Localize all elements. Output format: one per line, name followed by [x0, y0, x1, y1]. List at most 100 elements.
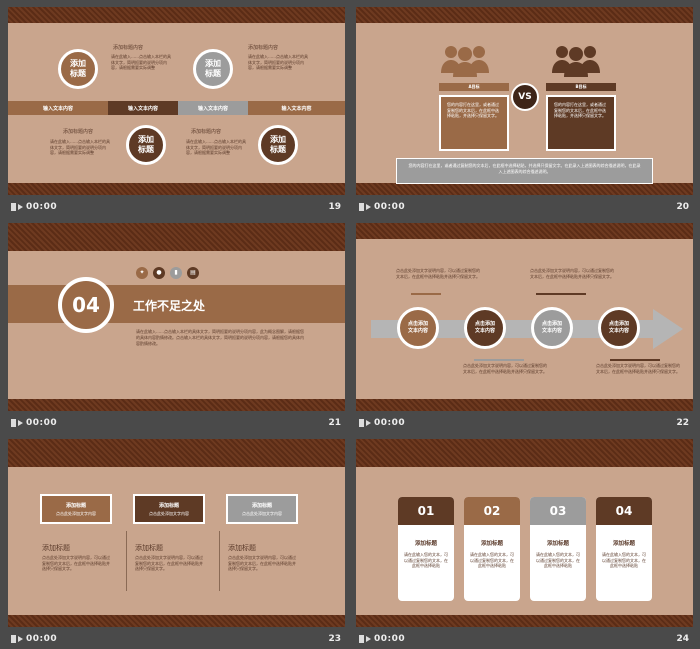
note-text: 点击此处添加文字说明内容，可以通过复制您的文本后，在此框中选择粘贴并选择只保留文…	[396, 268, 480, 279]
leather-band-top	[356, 7, 693, 23]
slide-footer: 00:00 24	[356, 629, 693, 649]
step-label: 点击添加 文本内容	[474, 321, 495, 334]
title-box: 添加标题 点击此处添加文字内容	[226, 494, 298, 524]
box-subtitle: 点击此处添加文字内容	[242, 511, 282, 516]
left-textbox: 您的内容打在这里，或者通过复制您的文本后，在此框中选择粘贴，并选择只保留文字。	[439, 95, 509, 151]
play-icon[interactable]	[358, 634, 372, 644]
vs-badge: VS	[511, 83, 539, 111]
column-body: 点击此处添加文字说明内容，可以通过复制您的文本后，在此框中选择粘贴并选择只保留文…	[228, 555, 296, 571]
slide-21-canvas: 04 工作不足之处 ✦ ● ▮ ▤ 请在此输入……点击输入本栏的具体文字，简明扼…	[8, 223, 345, 411]
slide-thumbnail-21[interactable]: 04 工作不足之处 ✦ ● ▮ ▤ 请在此输入……点击输入本栏的具体文字，简明扼…	[8, 223, 345, 434]
note-underline	[411, 293, 441, 295]
heading: 添加标题内容	[191, 129, 222, 135]
step-circle: 点击添加 文本内容	[531, 307, 573, 349]
circle-label: 添加 标题	[138, 135, 154, 154]
circle-label: 添加 标题	[70, 59, 86, 78]
box-title: 添加标题	[251, 503, 272, 509]
play-icon[interactable]	[10, 202, 24, 212]
card-title: 添加标题	[414, 541, 437, 547]
slide-thumbnail-23[interactable]: 添加标题 点击此处添加文字内容 添加标题 点击此处添加文字内容 添加标题 点击此…	[8, 439, 345, 649]
slide-22-canvas: 点击添加 文本内容 点击添加 文本内容 点击添加 文本内容 点击添加 文本内容 …	[356, 223, 693, 411]
card-number: 01	[398, 497, 454, 525]
slide-footer: 00:00 23	[8, 629, 345, 649]
circle-badge: 添加 标题	[126, 125, 166, 165]
slide-number: 23	[328, 634, 341, 644]
users-group-icon	[441, 46, 489, 77]
circle-badge: 添加 标题	[193, 49, 233, 89]
leather-band-top	[356, 223, 693, 239]
card-title: 添加标题	[612, 541, 635, 547]
body-text: 请在此输入……点击输入本栏的具体文字，简明扼要的说明分项内容，请根据需要实际调整	[50, 139, 110, 155]
slide-footer: 00:00 22	[356, 413, 693, 434]
step-label: 点击添加 文本内容	[541, 321, 562, 334]
slide-footer: 00:00 20	[356, 197, 693, 218]
slide-19-canvas: 添加标题内容 请在此输入……点击输入本栏的具体文字，简明扼要的说明分项内容，请根…	[8, 7, 345, 195]
leather-band-bottom	[8, 615, 345, 627]
slide-duration: 00:00	[374, 202, 406, 212]
slide-footer: 00:00 21	[8, 413, 345, 434]
card: 02 添加标题 请在此输入您的文本，可以通过复制您的文本，在此框中选择粘贴	[464, 497, 520, 601]
people-icon: ●	[153, 267, 165, 279]
section-body: 请在此输入……点击输入本栏的具体文字，简明扼要的说明分项内容，此为概念图解，请根…	[136, 329, 304, 346]
right-textbox: 您的内容打在这里，或者通过复制您的文本后，在此框中选择粘贴，并选择只保留文字。	[546, 95, 616, 151]
slide-thumbnail-22[interactable]: 点击添加 文本内容 点击添加 文本内容 点击添加 文本内容 点击添加 文本内容 …	[356, 223, 693, 434]
heading: 添加标题内容	[113, 45, 144, 51]
slide-number: 22	[676, 418, 689, 428]
title-box: 添加标题 点击此处添加文字内容	[40, 494, 112, 524]
box-subtitle: 点击此处添加文字内容	[56, 511, 96, 516]
note-text: 点击此处添加文字说明内容，可以通过复制您的文本后，在此框中选择粘贴并选择只保留文…	[463, 363, 547, 374]
card: 04 添加标题 请在此输入您的文本，可以通过复制您的文本，在此框中选择粘贴	[596, 497, 652, 601]
summary-textbox: 您的内容打在这里，或者通过复制您的文本后，在此框中选择粘贴，并选择只保留文字。在…	[396, 158, 653, 184]
card-title: 添加标题	[546, 541, 569, 547]
text-bar: 输入文本内容	[248, 101, 345, 115]
person-icon: ✦	[136, 267, 148, 279]
play-icon[interactable]	[358, 202, 372, 212]
play-icon[interactable]	[10, 634, 24, 644]
card-number: 04	[596, 497, 652, 525]
text-bar: 输入文本内容	[8, 101, 108, 115]
users-group-icon	[552, 46, 600, 77]
slide-23-canvas: 添加标题 点击此处添加文字内容 添加标题 点击此处添加文字内容 添加标题 点击此…	[8, 439, 345, 627]
leather-band-top	[8, 439, 345, 467]
card: 01 添加标题 请在此输入您的文本，可以通过复制您的文本，在此框中选择粘贴	[398, 497, 454, 601]
slide-duration: 00:00	[26, 202, 58, 212]
card-number: 03	[530, 497, 586, 525]
slide-number: 21	[328, 418, 341, 428]
slide-thumbnail-19[interactable]: 添加标题内容 请在此输入……点击输入本栏的具体文字，简明扼要的说明分项内容，请根…	[8, 7, 345, 218]
step-label: 点击添加 文本内容	[608, 321, 629, 334]
document-icon: ▤	[187, 267, 199, 279]
slide-number: 20	[676, 202, 689, 212]
play-icon[interactable]	[10, 418, 24, 428]
circle-badge: 添加 标题	[258, 125, 298, 165]
body-text: 请在此输入……点击输入本栏的具体文字，简明扼要的说明分项内容，请根据需要实际调整	[248, 54, 308, 70]
leather-band-bottom	[356, 399, 693, 411]
column-body: 点击此处添加文字说明内容，可以通过复制您的文本后，在此框中选择粘贴并选择只保留文…	[42, 555, 110, 571]
slide-duration: 00:00	[26, 634, 58, 644]
circle-label: 添加 标题	[205, 59, 221, 78]
note-text: 点击此处添加文字说明内容，可以通过复制您的文本后，在此框中选择粘贴并选择只保留文…	[596, 363, 680, 374]
slide-24-canvas: 01 添加标题 请在此输入您的文本，可以通过复制您的文本，在此框中选择粘贴 02…	[356, 439, 693, 627]
step-circle: 点击添加 文本内容	[464, 307, 506, 349]
column-title: 添加标题	[228, 544, 256, 552]
play-icon[interactable]	[358, 418, 372, 428]
leather-band-bottom	[356, 615, 693, 627]
column-body: 点击此处添加文字说明内容，可以通过复制您的文本后，在此框中选择粘贴并选择只保留文…	[135, 555, 203, 571]
heading: 添加标题内容	[63, 129, 94, 135]
leather-band-top	[356, 439, 693, 467]
slide-duration: 00:00	[374, 634, 406, 644]
card-body: 请在此输入您的文本，可以通过复制您的文本，在此框中选择粘贴	[602, 552, 646, 568]
box-title: 添加标题	[65, 503, 86, 509]
slide-thumbnail-24[interactable]: 01 添加标题 请在此输入您的文本，可以通过复制您的文本，在此框中选择粘贴 02…	[356, 439, 693, 649]
column-title: 添加标题	[135, 544, 163, 552]
right-title-bar: B目标	[546, 83, 616, 91]
slide-duration: 00:00	[26, 418, 58, 428]
card-body: 请在此输入您的文本，可以通过复制您的文本，在此框中选择粘贴	[404, 552, 448, 568]
slide-thumbnail-20[interactable]: A目标 B目标 您的内容打在这里，或者通过复制您的文本后，在此框中选择粘贴，并选…	[356, 7, 693, 218]
slide-20-canvas: A目标 B目标 您的内容打在这里，或者通过复制您的文本后，在此框中选择粘贴，并选…	[356, 7, 693, 195]
step-circle: 点击添加 文本内容	[397, 307, 439, 349]
title-box: 添加标题 点击此处添加文字内容	[133, 494, 205, 524]
heading: 添加标题内容	[248, 45, 279, 51]
card-body: 请在此输入您的文本，可以通过复制您的文本，在此框中选择粘贴	[470, 552, 514, 568]
slide-number: 24	[676, 634, 689, 644]
body-text: 请在此输入……点击输入本栏的具体文字，简明扼要的说明分项内容，请根据需要实际调整	[186, 139, 246, 155]
